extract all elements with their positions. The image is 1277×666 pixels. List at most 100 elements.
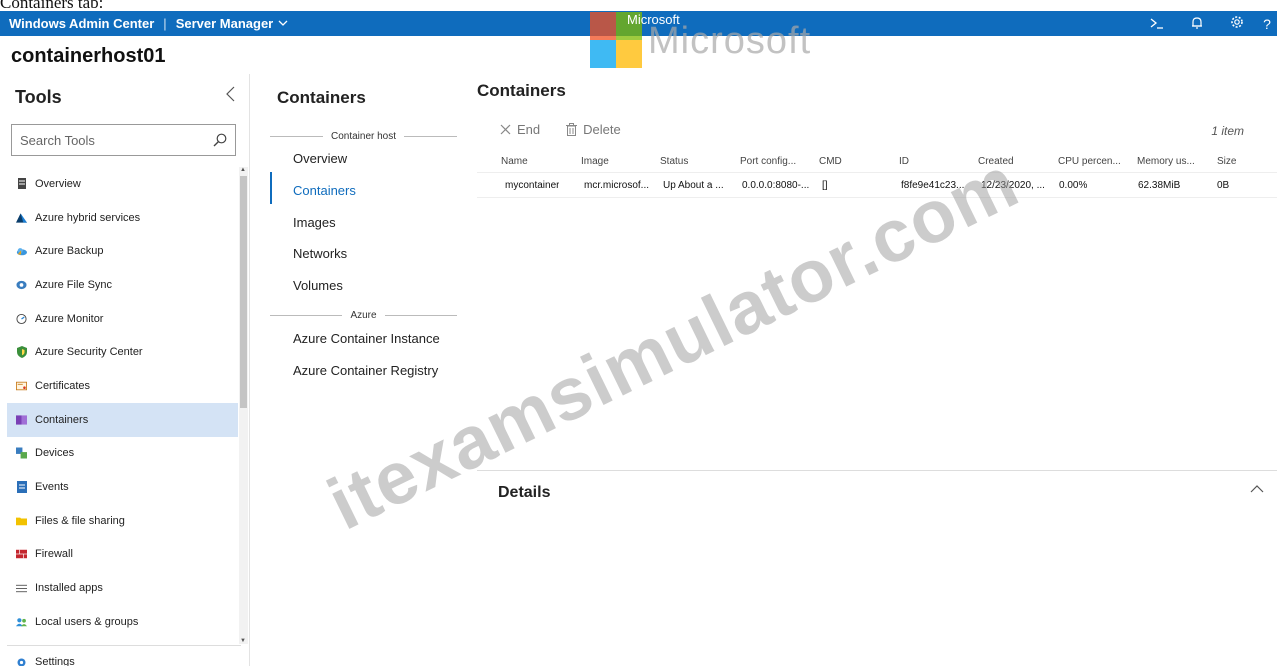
sidebar-item-installed-apps[interactable]: Installed apps bbox=[7, 571, 238, 605]
sidebar-item-events[interactable]: Events bbox=[7, 470, 238, 504]
details-divider bbox=[477, 470, 1277, 471]
sidebar-item-certificates[interactable]: Certificates bbox=[7, 369, 238, 403]
column-header-size[interactable]: Size bbox=[1217, 150, 1236, 172]
terminal-icon[interactable] bbox=[1137, 16, 1177, 32]
sidebar-item-firewall[interactable]: Firewall bbox=[7, 538, 238, 572]
sidebar-item-label: Local users & groups bbox=[35, 615, 139, 628]
sidebar-item-local-users-groups[interactable]: Local users & groups bbox=[7, 605, 238, 639]
settings-label: Settings bbox=[35, 656, 75, 666]
page-caption: Containers tab: bbox=[0, 0, 104, 12]
column-header-status[interactable]: Status bbox=[660, 150, 688, 172]
column-header-created[interactable]: Created bbox=[978, 150, 1014, 172]
sidebar-item-label: Azure Monitor bbox=[35, 312, 104, 325]
scroll-up-arrow-icon[interactable]: ▲ bbox=[240, 167, 246, 173]
nav-item-containers[interactable]: Containers bbox=[293, 183, 356, 198]
scrollbar-thumb[interactable] bbox=[240, 176, 247, 408]
cell-port-config: 0.0.0.0:8080-... bbox=[742, 179, 810, 191]
sidebar-item-label: Azure File Sync bbox=[35, 278, 113, 291]
column-header-memory-usage[interactable]: Memory us... bbox=[1137, 150, 1195, 172]
sidebar-item-label: Files & file sharing bbox=[35, 514, 125, 527]
sidebar-item-azure-monitor[interactable]: Azure Monitor bbox=[7, 302, 238, 336]
column-header-cpu-percent[interactable]: CPU percen... bbox=[1058, 150, 1121, 172]
nav-item-azure-container-instance[interactable]: Azure Container Instance bbox=[293, 331, 440, 346]
column-header-cmd[interactable]: CMD bbox=[819, 150, 842, 172]
table-row[interactable]: mycontainer mcr.microsof... Up About a .… bbox=[477, 172, 1277, 198]
nav-group-azure: Azure bbox=[270, 308, 457, 322]
sidebar-item-settings[interactable]: Settings bbox=[16, 656, 75, 666]
server-icon bbox=[16, 178, 27, 190]
gear-icon[interactable] bbox=[1217, 15, 1257, 32]
sidebar-item-containers[interactable]: Containers bbox=[7, 402, 238, 437]
end-button-label: End bbox=[517, 122, 541, 137]
certificate-icon bbox=[16, 380, 27, 391]
cloud-backup-icon bbox=[16, 246, 27, 257]
column-header-id[interactable]: ID bbox=[899, 150, 909, 172]
column-header-image[interactable]: Image bbox=[581, 150, 609, 172]
sidebar-item-files-file-sharing[interactable]: Files & file sharing bbox=[7, 504, 238, 538]
content-title: Containers bbox=[477, 81, 566, 100]
search-tools-input[interactable] bbox=[20, 132, 213, 148]
tools-list: Overview Azure hybrid services Azure Bac… bbox=[7, 167, 238, 639]
app-brand[interactable]: Windows Admin Center bbox=[0, 16, 154, 31]
cell-cmd: [] bbox=[822, 179, 828, 191]
top-bar: Windows Admin Center | Server Manager ? bbox=[0, 11, 1277, 36]
cell-status: Up About a ... bbox=[663, 179, 724, 191]
sidebar-item-devices[interactable]: Devices bbox=[7, 437, 238, 471]
containers-table-header: Name Image Status Port config... CMD ID … bbox=[477, 150, 1277, 172]
server-manager-dropdown[interactable]: Server Manager bbox=[176, 16, 289, 31]
events-log-icon bbox=[16, 481, 27, 494]
folder-icon bbox=[16, 515, 27, 526]
sidebar-item-azure-backup[interactable]: Azure Backup bbox=[7, 234, 238, 268]
nav-item-azure-container-registry[interactable]: Azure Container Registry bbox=[293, 363, 438, 378]
nav-item-images[interactable]: Images bbox=[293, 215, 336, 230]
item-count: 1 item bbox=[1211, 124, 1244, 138]
nav-item-volumes[interactable]: Volumes bbox=[293, 278, 343, 293]
tools-title: Tools bbox=[15, 87, 62, 107]
help-icon[interactable]: ? bbox=[1257, 16, 1277, 32]
container-cube-icon bbox=[16, 414, 27, 425]
nav-item-overview[interactable]: Overview bbox=[293, 151, 347, 166]
end-button[interactable]: End bbox=[500, 122, 540, 137]
chevron-up-icon[interactable] bbox=[1250, 480, 1264, 497]
cell-memory-usage: 62.38MiB bbox=[1138, 179, 1181, 191]
cell-id: f8fe9e41c23... bbox=[901, 179, 965, 191]
sidebar-item-label: Firewall bbox=[35, 548, 73, 561]
nav-item-networks[interactable]: Networks bbox=[293, 246, 347, 261]
sidebar-item-label: Azure hybrid services bbox=[35, 211, 141, 224]
cell-created: 12/23/2020, ... bbox=[981, 179, 1045, 191]
gear-icon bbox=[16, 657, 27, 666]
file-sync-icon bbox=[16, 279, 27, 290]
sidebar-item-azure-hybrid-services[interactable]: Azure hybrid services bbox=[7, 201, 238, 235]
sidebar-item-azure-security-center[interactable]: Azure Security Center bbox=[7, 335, 238, 369]
devices-icon bbox=[16, 447, 27, 459]
sidebar-item-overview[interactable]: Overview bbox=[7, 167, 238, 201]
cell-size: 0B bbox=[1217, 179, 1230, 191]
details-title: Details bbox=[498, 484, 551, 501]
search-icon[interactable] bbox=[213, 133, 227, 147]
nav-active-indicator bbox=[270, 172, 272, 204]
sidebar-item-label: Azure Backup bbox=[35, 245, 104, 258]
delete-button[interactable]: Delete bbox=[566, 122, 621, 137]
sidebar-item-label: Azure Security Center bbox=[35, 346, 143, 359]
list-icon bbox=[16, 583, 27, 594]
sidebar-item-label: Events bbox=[35, 481, 69, 494]
delete-button-label: Delete bbox=[583, 122, 621, 137]
collapse-tools-chevron-icon[interactable] bbox=[226, 86, 235, 107]
bell-icon[interactable] bbox=[1177, 16, 1217, 32]
close-icon bbox=[500, 124, 511, 135]
column-header-port-config[interactable]: Port config... bbox=[740, 150, 796, 172]
search-tools-box[interactable] bbox=[11, 124, 236, 156]
tools-scrollbar[interactable]: ▲ ▼ bbox=[239, 167, 248, 644]
sidebar-item-label: Containers bbox=[35, 413, 89, 426]
scroll-down-arrow-icon[interactable]: ▼ bbox=[240, 638, 246, 644]
column-header-name[interactable]: Name bbox=[501, 150, 528, 172]
host-title: containerhost01 bbox=[11, 45, 166, 67]
sidebar-item-label: Certificates bbox=[35, 379, 91, 392]
sidebar-item-label: Devices bbox=[35, 447, 75, 460]
containers-nav-panel: Containers Container host Overview Conta… bbox=[250, 74, 470, 666]
sidebar-item-azure-file-sync[interactable]: Azure File Sync bbox=[7, 268, 238, 302]
users-icon bbox=[16, 616, 27, 627]
nav-title: Containers bbox=[277, 88, 366, 107]
shield-icon bbox=[16, 346, 27, 359]
tools-sidebar: Tools Overview Azure hybrid services Azu… bbox=[0, 74, 250, 666]
